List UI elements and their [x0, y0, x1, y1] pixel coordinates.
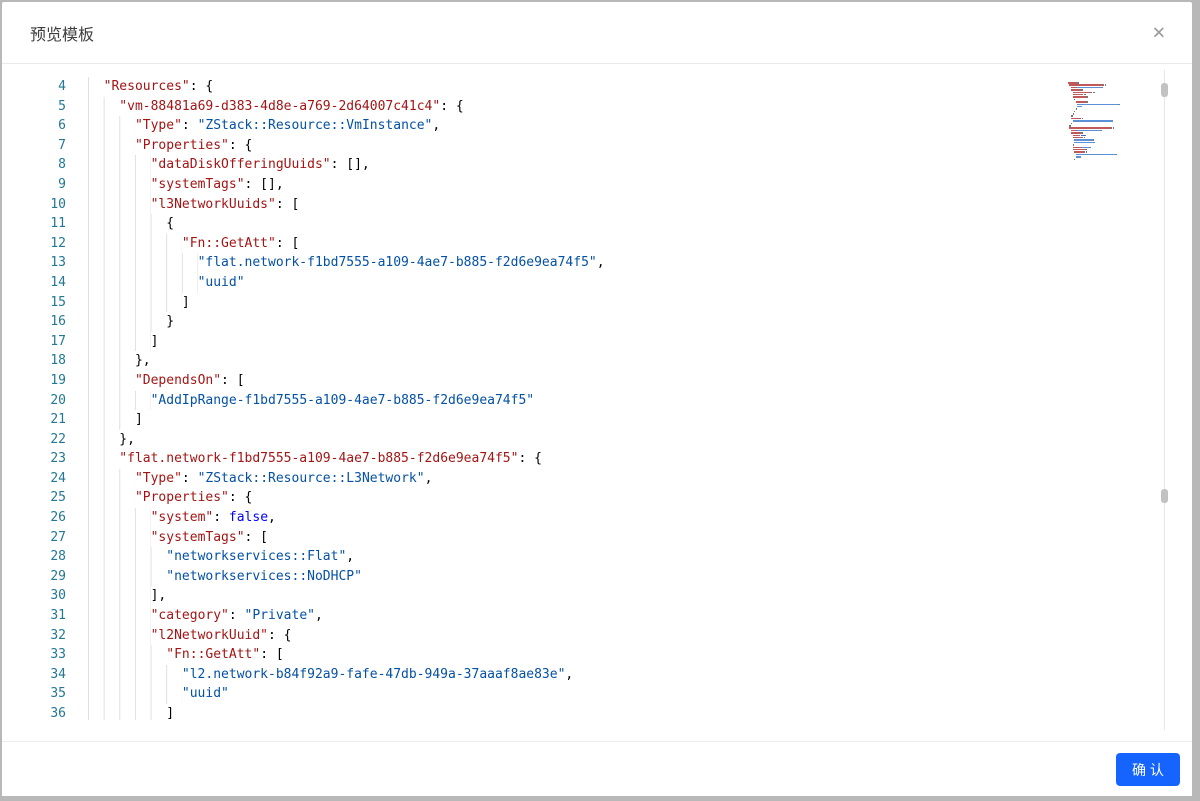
code-line: 11{: [2, 214, 1162, 234]
code-line: 5 "vm-88481a69-d383-4d8e-a769-2d64007c41c…: [2, 96, 1162, 117]
code-line: 17]: [2, 331, 1162, 352]
line-number: 5: [58, 98, 66, 114]
line-number: 10: [50, 196, 66, 212]
code-line: 20 "AddIpRange-f1bd7555-a109-4ae7-b885-f2…: [2, 390, 1162, 411]
code-line: 8 "dataDiskOfferingUuids": [],: [2, 155, 1162, 175]
line-number: 13: [50, 255, 66, 271]
line-number: 21: [50, 412, 66, 428]
line-number: 31: [50, 608, 66, 624]
line-number: 14: [50, 274, 66, 290]
code-line: 10 "l3NetworkUuids": [: [2, 194, 1162, 215]
modal-title: 预览模板: [30, 26, 95, 44]
code-line: 9 "systemTags": [],: [2, 174, 1162, 195]
line-number: 33: [50, 647, 66, 663]
code-line: 29 "networkservices::NoDHCP": [2, 566, 1162, 587]
confirm-button[interactable]: 确 认: [1116, 753, 1180, 786]
code-line: 24 "Type": "ZStack::Resource::L3Network",: [2, 468, 1162, 489]
line-number: 7: [58, 137, 66, 153]
code-line: 31 "category": "Private",: [2, 606, 1162, 626]
code-line: 28 "networkservices::Flat",: [2, 547, 1162, 567]
code-content: 4 "Resources": {5 "vm-88481a69-d383-4d8e-a…: [2, 77, 1162, 720]
line-number: 23: [50, 451, 66, 467]
preview-template-modal: 预览模板 ✕ 4 "Resources": {5 "vm-88481a69-d383…: [2, 2, 1192, 796]
code-line: 19 "DependsOn": [: [2, 370, 1162, 391]
line-number: 30: [50, 588, 66, 604]
line-number: 8: [58, 157, 66, 173]
code-line: 33 "Fn::GetAtt": [: [2, 645, 1162, 665]
code-line: 15]: [2, 292, 1162, 313]
line-number: 20: [50, 392, 66, 408]
code-line: 34 "l2.network-b84f92a9-fafe-47db-949a-37…: [2, 664, 1162, 685]
line-number: 11: [50, 216, 66, 232]
code-line: 27 "systemTags": [: [2, 527, 1162, 548]
line-number: 4: [58, 79, 66, 94]
line-number: 24: [50, 470, 66, 486]
line-number: 16: [50, 314, 66, 330]
line-number: 12: [50, 235, 66, 251]
code-line: 16}: [2, 312, 1162, 332]
editor-scrollbar-thumb[interactable]: [1161, 83, 1168, 97]
code-line: 21]: [2, 410, 1162, 430]
code-line: 18},: [2, 351, 1162, 371]
modal-footer: 确 认: [2, 741, 1192, 796]
code-line: 13 "flat.network-f1bd7555-a109-4ae7-b885-…: [2, 253, 1162, 273]
body-scrollbar-thumb[interactable]: [1161, 489, 1168, 503]
code-editor[interactable]: 4 "Resources": {5 "vm-88481a69-d383-4d8e-a…: [2, 70, 1162, 720]
line-number: 35: [50, 686, 66, 702]
line-number: 26: [50, 510, 66, 526]
line-number: 9: [58, 176, 66, 192]
code-line: 6 "Type": "ZStack::Resource::VmInstance",: [2, 116, 1162, 136]
line-number: 17: [50, 333, 66, 349]
line-number: 22: [50, 431, 66, 447]
code-line: 22},: [2, 429, 1162, 450]
code-line: 4 "Resources": {: [2, 77, 1162, 97]
line-number: 27: [50, 529, 66, 545]
code-line: 26 "system": false,: [2, 508, 1162, 528]
line-number: 19: [50, 372, 66, 388]
code-line: 25 "Properties": {: [2, 488, 1162, 509]
line-number: 32: [50, 627, 66, 643]
line-number: 25: [50, 490, 66, 506]
modal-body: 4 "Resources": {5 "vm-88481a69-d383-4d8e-a…: [2, 64, 1192, 741]
line-number: 34: [50, 666, 66, 682]
line-number: 28: [50, 549, 66, 565]
dialog-backdrop: 预览模板 ✕ 4 "Resources": {5 "vm-88481a69-d383…: [0, 0, 1200, 801]
code-line: 23 "flat.network-f1bd7555-a109-4ae7-b885-…: [2, 449, 1162, 469]
code-line: 32 "l2NetworkUuid": {: [2, 625, 1162, 646]
editor-minimap[interactable]: [1066, 82, 1162, 202]
code-line: 30],: [2, 586, 1162, 607]
line-number: 29: [50, 568, 66, 584]
code-line: 14 "uuid": [2, 272, 1162, 293]
line-number: 15: [50, 294, 66, 310]
modal-header: 预览模板 ✕: [2, 2, 1192, 64]
code-line: 35 "uuid": [2, 684, 1162, 704]
line-number: 36: [50, 706, 66, 720]
scrollbar-track[interactable]: [1164, 70, 1165, 730]
line-number: 18: [50, 353, 66, 369]
line-number: 6: [58, 118, 66, 134]
close-icon[interactable]: ✕: [1148, 20, 1170, 45]
code-line: 12 "Fn::GetAtt": [: [2, 233, 1162, 254]
code-line: 7 "Properties": {: [2, 135, 1162, 156]
code-line: 36]: [2, 704, 1162, 720]
